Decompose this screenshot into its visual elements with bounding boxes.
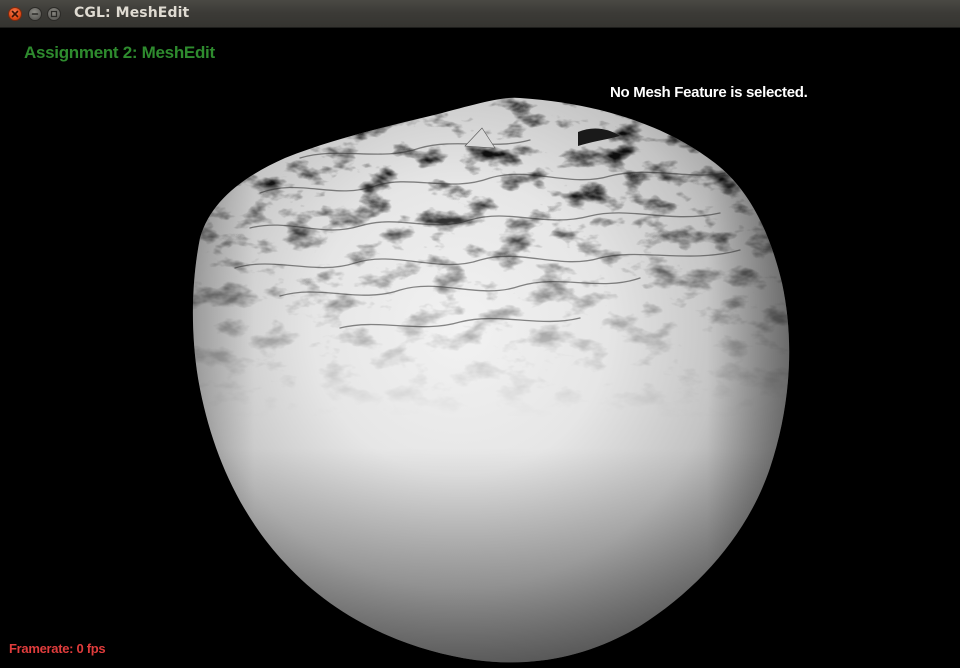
maximize-button[interactable]: [47, 7, 61, 21]
title-bar[interactable]: CGL: MeshEdit: [0, 0, 960, 28]
close-button[interactable]: [8, 7, 22, 21]
selection-status: No Mesh Feature is selected.: [610, 84, 808, 101]
framerate-readout: Framerate: 0 fps: [9, 641, 106, 656]
assignment-title: Assignment 2: MeshEdit: [24, 43, 215, 62]
window-title: CGL: MeshEdit: [74, 5, 190, 21]
mesh-render[interactable]: [0, 28, 960, 668]
app-window: CGL: MeshEdit Assignment 2: MeshEdit No …: [0, 0, 960, 668]
close-icon: [11, 10, 19, 18]
minimize-icon: [31, 13, 39, 15]
minimize-button[interactable]: [28, 7, 42, 21]
gl-viewport[interactable]: Assignment 2: MeshEdit No Mesh Feature i…: [0, 28, 960, 668]
maximize-icon: [50, 10, 58, 18]
